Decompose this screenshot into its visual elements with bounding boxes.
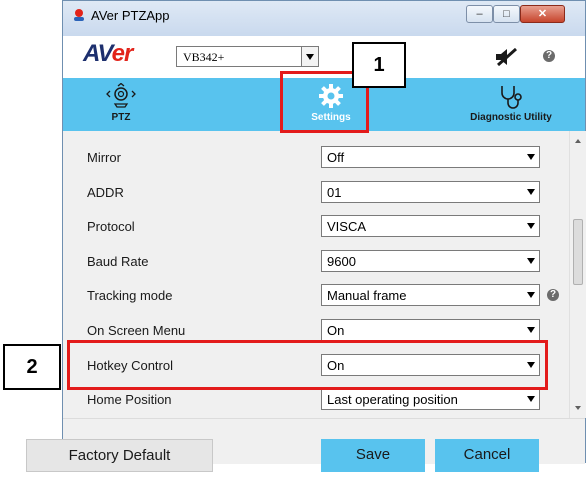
dropdown-value: Off	[327, 150, 345, 165]
chevron-down-icon	[527, 154, 535, 160]
settings-scrollbar[interactable]	[569, 131, 586, 418]
scroll-down-icon[interactable]	[575, 406, 581, 410]
tab-ptz[interactable]: PTZ	[81, 78, 161, 131]
tab-ptz-label: PTZ	[111, 112, 131, 123]
hotkey-control-highlight	[67, 340, 548, 390]
minimize-button[interactable]: –	[466, 5, 493, 23]
chevron-down-icon	[527, 396, 535, 402]
callout-2: 2	[3, 344, 61, 390]
setting-row-baud-rate: Baud Rate 9600	[63, 245, 585, 279]
help-icon[interactable]: ?	[547, 289, 559, 301]
chevron-down-icon	[527, 223, 535, 229]
home-position-dropdown[interactable]: Last operating position	[321, 388, 540, 410]
scroll-up-icon[interactable]	[575, 139, 581, 143]
window-title: AVer PTZApp	[91, 8, 170, 23]
callout-1: 1	[352, 42, 406, 88]
dropdown-value: On	[327, 323, 345, 338]
setting-row-tracking-mode: Tracking mode Manual frame ?	[63, 279, 585, 313]
setting-label: ADDR	[87, 185, 124, 200]
camera-pan-icon	[106, 83, 136, 108]
chevron-down-icon	[527, 292, 535, 298]
model-select-value: VB342+	[183, 50, 225, 64]
title-bar: AVer PTZApp – □ ✕	[63, 1, 585, 36]
setting-label: Mirror	[87, 150, 121, 165]
dropdown-value: VISCA	[327, 219, 367, 234]
cancel-button[interactable]: Cancel	[435, 439, 539, 472]
dropdown-value: Last operating position	[327, 392, 458, 407]
model-select[interactable]: VB342+	[176, 46, 319, 67]
setting-label: On Screen Menu	[87, 323, 186, 338]
baud-rate-dropdown[interactable]: 9600	[321, 250, 540, 272]
setting-row-addr: ADDR 01	[63, 176, 585, 210]
mirror-dropdown[interactable]: Off	[321, 146, 540, 168]
setting-label: Home Position	[87, 392, 172, 407]
dropdown-value: 01	[327, 185, 342, 200]
maximize-button[interactable]: □	[493, 5, 520, 23]
app-icon	[74, 9, 84, 21]
setting-row-mirror: Mirror Off	[63, 141, 585, 175]
chevron-down-icon	[527, 189, 535, 195]
app-window: AVer PTZApp – □ ✕ AVer VB342+ ? PTZ Sett…	[62, 0, 586, 464]
stethoscope-icon	[501, 86, 522, 109]
save-button[interactable]: Save	[321, 439, 425, 472]
setting-label: Baud Rate	[87, 254, 149, 269]
chevron-down-icon	[527, 258, 535, 264]
addr-dropdown[interactable]: 01	[321, 181, 540, 203]
scrollbar-thumb[interactable]	[573, 219, 583, 285]
tracking-mode-dropdown[interactable]: Manual frame	[321, 284, 540, 306]
dropdown-value: 9600	[327, 254, 356, 269]
setting-row-protocol: Protocol VISCA	[63, 210, 585, 244]
help-icon[interactable]: ?	[543, 50, 555, 62]
on-screen-menu-dropdown[interactable]: On	[321, 319, 540, 341]
tab-diagnostic-label: Diagnostic Utility	[470, 112, 552, 123]
aver-logo: AVer	[83, 40, 133, 67]
protocol-dropdown[interactable]: VISCA	[321, 215, 540, 237]
close-button[interactable]: ✕	[520, 5, 565, 23]
mic-mute-icon[interactable]	[494, 48, 518, 66]
factory-default-button[interactable]: Factory Default	[26, 439, 213, 472]
setting-label: Tracking mode	[87, 288, 173, 303]
chevron-down-icon	[527, 327, 535, 333]
chevron-down-icon[interactable]	[301, 47, 318, 66]
setting-label: Protocol	[87, 219, 135, 234]
dropdown-value: Manual frame	[327, 288, 407, 303]
tab-diagnostic-utility[interactable]: Diagnostic Utility	[451, 78, 571, 131]
